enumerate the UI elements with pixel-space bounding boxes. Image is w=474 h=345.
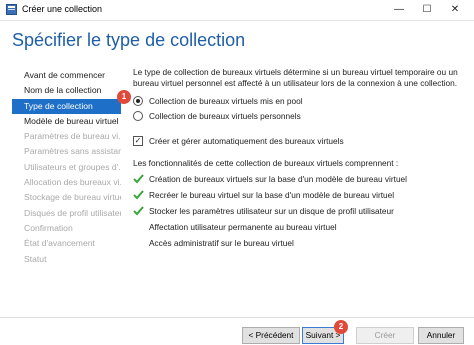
- nav-step-collection-name[interactable]: Nom de la collection: [12, 83, 121, 98]
- step-badge-2: 2: [334, 320, 348, 334]
- feature-label: Recréer le bureau virtuel sur la base d'…: [149, 190, 395, 200]
- window-title: Créer une collection: [22, 4, 103, 14]
- minimize-icon[interactable]: —: [385, 0, 413, 20]
- maximize-icon[interactable]: ☐: [413, 0, 441, 20]
- nav-step-before-you-begin[interactable]: Avant de commencer: [12, 68, 121, 83]
- auto-create-option[interactable]: ✓ Créer et gérer automatiquement des bur…: [133, 136, 344, 146]
- nav-step-confirmation: Confirmation: [24, 222, 73, 233]
- create-button: Créer: [356, 327, 414, 344]
- feature-item: Affectation utilisateur permanente au bu…: [133, 222, 337, 232]
- feature-label: Affectation utilisateur permanente au bu…: [149, 222, 337, 232]
- nav-step-unattended-settings: Paramètres sans assistance: [24, 146, 121, 157]
- feature-label: Stocker les paramètres utilisateur sur u…: [149, 206, 394, 216]
- wizard-steps-nav: Avant de commencer Nom de la collection …: [12, 68, 121, 267]
- feature-item: Stocker les paramètres utilisateur sur u…: [133, 206, 394, 216]
- footer-divider: [0, 317, 474, 318]
- cancel-button[interactable]: Annuler: [418, 327, 464, 344]
- nav-step-storage: Stockage de bureau virtuel: [24, 192, 121, 203]
- feature-label: Accès administratif sur le bureau virtue…: [149, 238, 294, 248]
- nav-step-virtual-desktop-settings: Paramètres de bureau vi...: [24, 131, 121, 142]
- feature-item: Création de bureaux virtuels sur la base…: [133, 174, 407, 184]
- server-manager-icon: [6, 4, 17, 15]
- auto-create-checkbox[interactable]: ✓: [133, 136, 143, 146]
- title-bar: Créer une collection — ☐ ✕: [0, 0, 474, 21]
- nav-step-profile-disks: Disques de profil utilisateur: [24, 207, 121, 218]
- nav-step-progress: État d'avancement: [24, 238, 95, 249]
- features-title: Les fonctionnalités de cette collection …: [133, 158, 399, 168]
- feature-item: Recréer le bureau virtuel sur la base d'…: [133, 190, 394, 200]
- personal-option[interactable]: Collection de bureaux virtuels personnel…: [133, 111, 301, 121]
- auto-create-label: Créer et gérer automatiquement des burea…: [149, 136, 344, 146]
- feature-item: Accès administratif sur le bureau virtue…: [133, 238, 294, 248]
- nav-step-collection-type[interactable]: Type de collection: [12, 98, 121, 114]
- pooled-option[interactable]: Collection de bureaux virtuels mis en po…: [133, 96, 303, 106]
- pooled-label: Collection de bureaux virtuels mis en po…: [149, 96, 303, 106]
- nav-step-users-groups: Utilisateurs et groupes d'...: [24, 161, 121, 172]
- check-icon: [133, 190, 144, 200]
- nav-step-virtual-desktop-template[interactable]: Modèle de bureau virtuel: [12, 114, 121, 129]
- feature-label: Création de bureaux virtuels sur la base…: [149, 174, 408, 184]
- check-icon: [133, 174, 144, 184]
- previous-button[interactable]: < Précédent: [242, 327, 300, 344]
- step-badge-1: 1: [117, 90, 131, 104]
- close-icon[interactable]: ✕: [441, 0, 469, 20]
- page-title: Spécifier le type de collection: [12, 30, 246, 50]
- collection-type-description: Le type de collection de bureaux virtuel…: [133, 67, 458, 88]
- nav-step-status: Statut: [24, 253, 47, 264]
- personal-label: Collection de bureaux virtuels personnel…: [149, 111, 301, 121]
- pooled-radio[interactable]: [133, 96, 143, 106]
- check-icon: [133, 206, 144, 216]
- personal-radio[interactable]: [133, 111, 143, 121]
- nav-step-allocation: Allocation des bureaux vi...: [24, 177, 121, 188]
